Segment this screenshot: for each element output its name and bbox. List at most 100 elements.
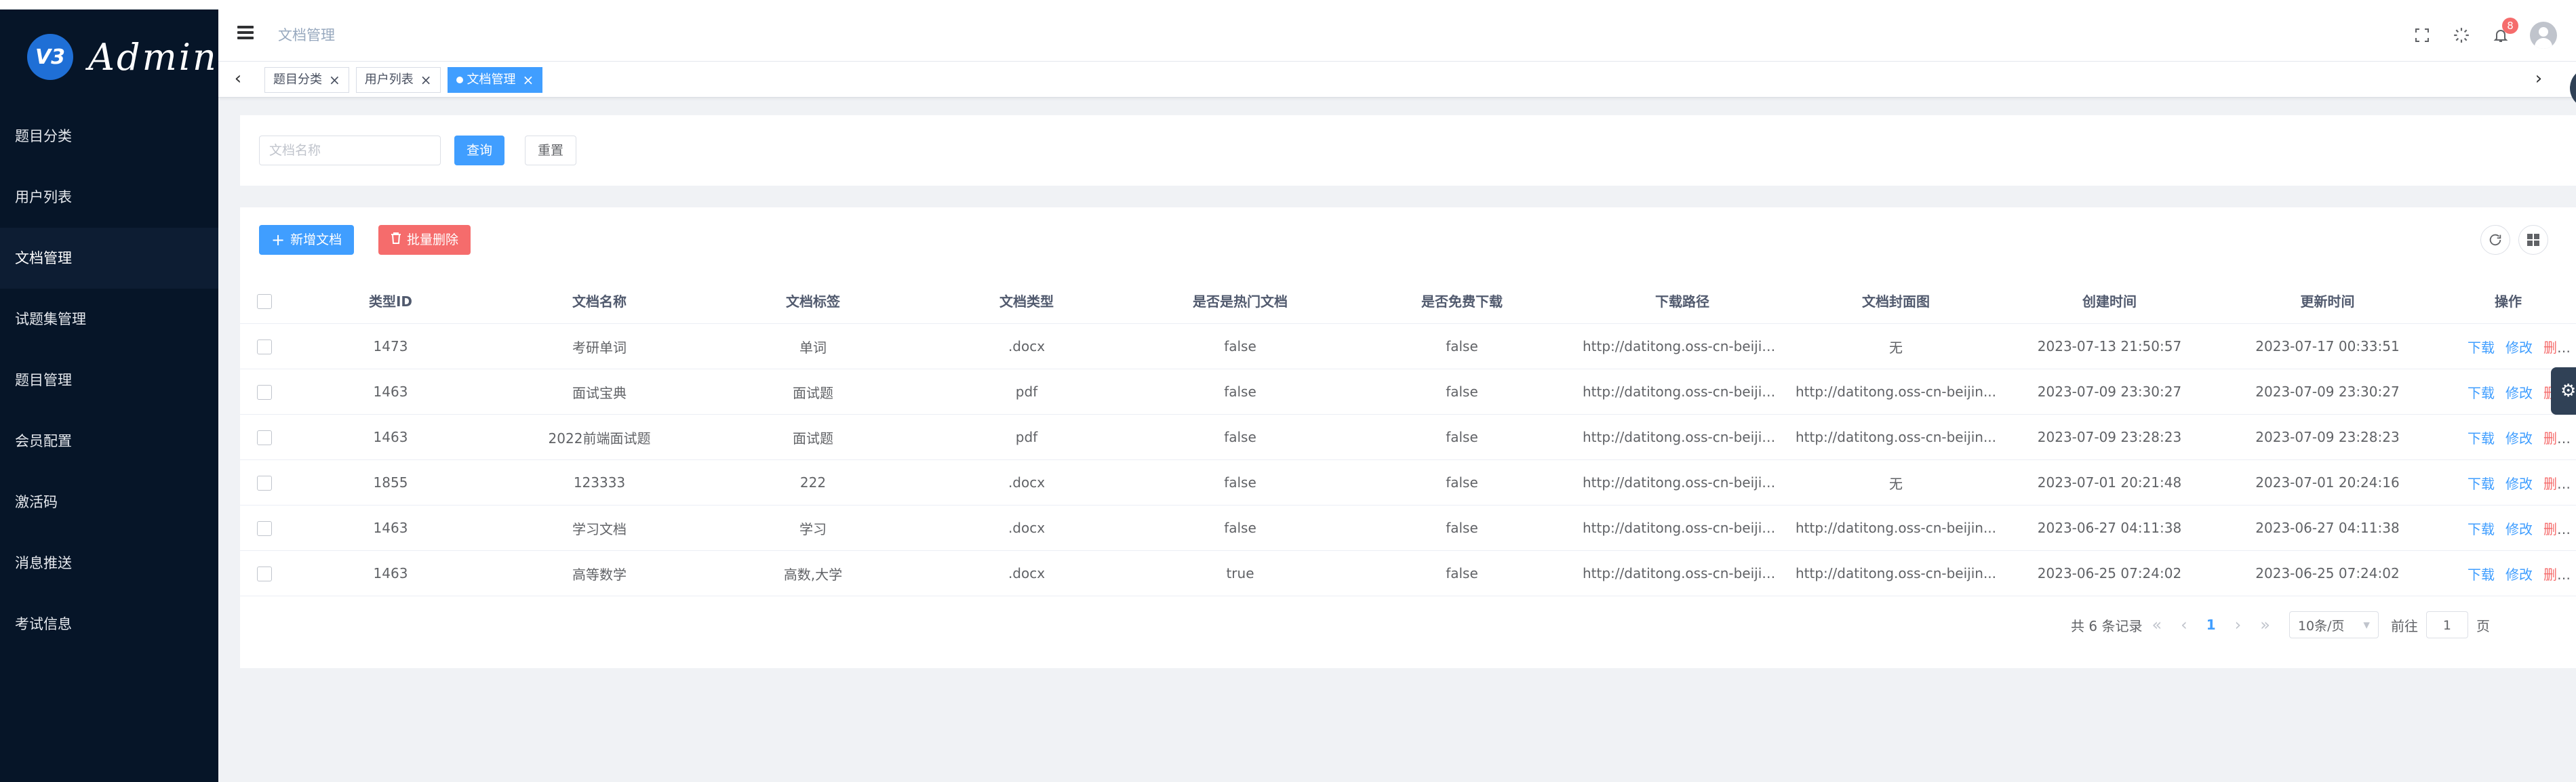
- table-cell: http://datitong.oss-cn-beijin...: [1577, 505, 1787, 551]
- table-cell: .docx: [919, 459, 1134, 506]
- select-all-checkbox[interactable]: [257, 293, 272, 309]
- table-cell: 学习: [707, 505, 919, 551]
- row-checkbox[interactable]: [257, 430, 272, 446]
- download-link[interactable]: 下载: [2468, 476, 2495, 492]
- tag-view-item[interactable]: 文档管理 ×: [447, 67, 543, 93]
- settings-gear-icon[interactable]: ⚙: [2551, 367, 2576, 415]
- document-name-search-input[interactable]: [259, 136, 441, 165]
- edit-link[interactable]: 修改: [2505, 430, 2533, 447]
- sidebar-item[interactable]: 会员配置: [0, 411, 218, 472]
- row-select-cell: [240, 550, 289, 596]
- document-table: 类型ID 文档名称 文档标签 文档类型 是否是热门文档 是否免费下载 下载路径 文档封面图 创建…: [240, 278, 2576, 596]
- table-cell: false: [1347, 414, 1577, 460]
- delete-link[interactable]: 删除: [2543, 430, 2571, 447]
- goto-label: 前往: [2390, 617, 2418, 634]
- table-cell: 1463: [289, 369, 492, 415]
- delete-link[interactable]: 删除: [2543, 567, 2571, 583]
- download-link[interactable]: 下载: [2468, 430, 2495, 447]
- table-cell: pdf: [919, 414, 1134, 460]
- delete-link[interactable]: 删除: [2543, 476, 2571, 492]
- page-number-current[interactable]: 1: [2206, 617, 2216, 633]
- tags-scroll-left-icon[interactable]: ‹: [228, 68, 248, 89]
- batch-delete-button[interactable]: 批量删除: [378, 225, 471, 255]
- first-page-icon[interactable]: «: [2152, 615, 2162, 634]
- pagination: 共 6 条记录 « ‹ 1 › » 10条/页 ▾ 前往 1 页: [2071, 610, 2490, 640]
- query-button[interactable]: 查询: [454, 136, 505, 165]
- close-icon[interactable]: ×: [329, 68, 340, 92]
- row-checkbox[interactable]: [257, 521, 272, 537]
- delete-link[interactable]: 删除: [2543, 339, 2571, 356]
- next-page-icon[interactable]: ›: [2235, 615, 2242, 634]
- sidebar-item[interactable]: 文档管理: [0, 228, 218, 289]
- avatar[interactable]: [2530, 22, 2557, 49]
- table-cell: 2023-07-09 23:28:23: [2004, 414, 2215, 460]
- row-checkbox[interactable]: [257, 339, 272, 355]
- row-checkbox[interactable]: [257, 567, 272, 582]
- row-checkbox[interactable]: [257, 385, 272, 400]
- edit-link[interactable]: 修改: [2505, 521, 2533, 537]
- sidebar-item[interactable]: 考试信息: [0, 594, 218, 655]
- last-page-icon[interactable]: »: [2260, 615, 2270, 634]
- table-cell: 面试宝典: [492, 369, 707, 415]
- table-cell: false: [1134, 369, 1347, 415]
- delete-link[interactable]: 删除: [2543, 521, 2571, 537]
- hamburger-menu-icon[interactable]: [237, 26, 254, 39]
- app-logo[interactable]: V3 Admin: [27, 30, 218, 84]
- download-link[interactable]: 下载: [2468, 521, 2495, 537]
- top-header: 文档管理 8: [218, 9, 2576, 61]
- sidebar-item[interactable]: 消息推送: [0, 533, 218, 594]
- add-document-button[interactable]: + 新增文档: [259, 225, 355, 255]
- fullscreen-icon[interactable]: [2410, 23, 2434, 47]
- download-link[interactable]: 下载: [2468, 385, 2495, 401]
- sidebar-item[interactable]: 题目分类: [0, 106, 218, 167]
- refresh-icon[interactable]: [2480, 225, 2510, 255]
- edit-link[interactable]: 修改: [2505, 476, 2533, 492]
- table-cell: http://datitong.oss-cn-beijin...: [1577, 369, 1787, 415]
- edit-link[interactable]: 修改: [2505, 339, 2533, 356]
- page-size-select[interactable]: 10条/页 ▾: [2288, 611, 2379, 638]
- goto-page-input[interactable]: 1: [2425, 611, 2468, 638]
- table-cell: 面试题: [707, 369, 919, 415]
- prev-page-icon[interactable]: ‹: [2181, 615, 2187, 634]
- close-icon[interactable]: ×: [420, 68, 432, 92]
- row-select-cell: [240, 505, 289, 551]
- table-cell: false: [1347, 323, 1577, 369]
- page-suffix: 页: [2476, 617, 2490, 634]
- tags-scroll-right-icon[interactable]: ›: [2529, 68, 2549, 89]
- row-actions-cell: 下载修改删除: [2440, 459, 2576, 506]
- edit-link[interactable]: 修改: [2505, 385, 2533, 401]
- table-cell: 2023-06-25 07:24:02: [2004, 550, 2215, 596]
- reset-button[interactable]: 重置: [525, 136, 577, 165]
- column-header: 创建时间: [2004, 278, 2215, 324]
- table-cell: http://datitong.oss-cn-beijin...: [1787, 505, 2004, 551]
- column-header: 文档名称: [492, 278, 707, 324]
- tag-view-item[interactable]: 题目分类 ×: [264, 67, 349, 93]
- table-cell: 2023-07-09 23:28:23: [2215, 414, 2440, 460]
- table-cell: .docx: [919, 505, 1134, 551]
- table-body: 1473 考研单词 单词 .docx false false http://datitong…: [240, 323, 2576, 596]
- table-cell: 1463: [289, 414, 492, 460]
- close-icon[interactable]: ×: [523, 68, 534, 92]
- table-cell: 2022前端面试题: [492, 414, 707, 460]
- download-link[interactable]: 下载: [2468, 567, 2495, 583]
- batch-delete-label: 批量删除: [407, 232, 459, 247]
- sidebar-item[interactable]: 激活码: [0, 472, 218, 533]
- table-cell: 123333: [492, 459, 707, 506]
- chevron-down-icon: ▾: [2363, 617, 2370, 632]
- tag-view-item[interactable]: 用户列表 ×: [355, 67, 441, 93]
- table-cell: false: [1347, 459, 1577, 506]
- table-cell: 面试题: [707, 414, 919, 460]
- loading-icon[interactable]: [2449, 23, 2474, 47]
- row-checkbox[interactable]: [257, 476, 272, 491]
- bell-icon[interactable]: 8: [2489, 18, 2518, 47]
- edit-link[interactable]: 修改: [2505, 567, 2533, 583]
- download-link[interactable]: 下载: [2468, 339, 2495, 356]
- table-cell: 1463: [289, 550, 492, 596]
- column-settings-icon[interactable]: [2518, 225, 2548, 255]
- table-cell: http://datitong.oss-cn-beijin...: [1577, 459, 1787, 506]
- table-cell: http://datitong.oss-cn-beijin...: [1787, 369, 2004, 415]
- sidebar-item[interactable]: 试题集管理: [0, 289, 218, 350]
- row-select-cell: [240, 323, 289, 369]
- sidebar-item[interactable]: 题目管理: [0, 350, 218, 411]
- sidebar-item[interactable]: 用户列表: [0, 167, 218, 228]
